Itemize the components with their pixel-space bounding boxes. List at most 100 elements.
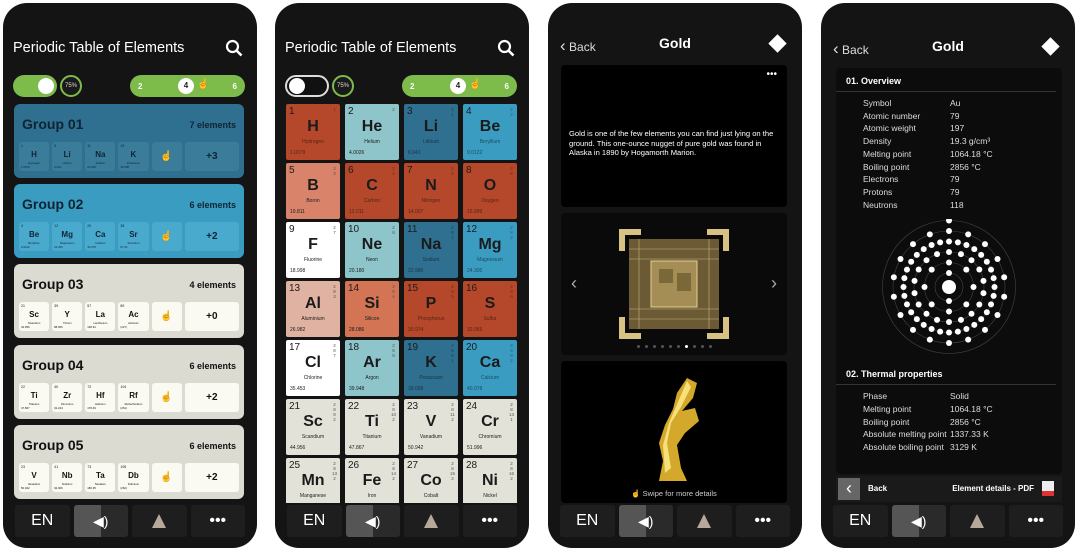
carousel-dot[interactable] <box>676 345 680 348</box>
more-button[interactable]: ••• <box>190 505 245 537</box>
element-mini-tile[interactable]: 1 H Hydrogen 1.0079 <box>19 142 50 171</box>
element-tile[interactable]: 26 2 8 14 2 Fe Iron <box>345 458 399 503</box>
element-tile[interactable]: 8 2 6 O Oxygen 15.999 <box>463 163 517 219</box>
element-tile[interactable]: 15 2 8 5 P Phosphorus 30.974 <box>404 281 458 337</box>
element-tile[interactable]: 16 2 8 6 S Sulfur 32.065 <box>463 281 517 337</box>
element-tile[interactable]: 9 2 7 F Fluorine 18.998 <box>286 222 340 278</box>
element-tile[interactable]: 19 2 8 8 1 K Potassium 39.098 <box>404 340 458 396</box>
speaker-button[interactable]: ◀) <box>891 505 946 537</box>
element-tile[interactable]: 11 2 8 1 Na Sodium 22.990 <box>404 222 458 278</box>
carousel-dot[interactable] <box>684 345 688 348</box>
footer-back-button[interactable]: ‹ <box>838 478 860 500</box>
slider-value[interactable]: 4 <box>178 78 194 94</box>
pdf-link[interactable]: Element details - PDF <box>952 484 1034 493</box>
element-mini-tile[interactable]: 23 V Vanadium 50.942 <box>19 463 50 492</box>
element-tile[interactable]: 21 2 8 9 2 Sc Scandium 44.956 <box>286 399 340 455</box>
element-tile[interactable]: 5 2 3 B Boron 10.811 <box>286 163 340 219</box>
hand-pointer-icon[interactable]: ☝ <box>151 383 182 412</box>
hand-pointer-icon[interactable]: ☝ <box>151 142 182 171</box>
view-toggle[interactable] <box>13 75 57 97</box>
element-mini-tile[interactable]: 38 Sr Strontium 87.62 <box>118 222 149 251</box>
element-mini-tile[interactable]: 105 Db Dubnium (262) <box>118 463 149 492</box>
speaker-button[interactable]: ◀) <box>73 505 128 537</box>
group-card[interactable]: Group 04 6 elements 22 Ti Titanium 47.867 40 Zr… <box>14 345 244 419</box>
speaker-button[interactable]: ◀) <box>345 505 400 537</box>
element-mini-tile[interactable]: 4 Be Beryllium 9.0122 <box>19 222 50 251</box>
hand-pointer-icon[interactable]: ☝ <box>151 463 182 492</box>
hand-pointer-icon[interactable]: ☝ <box>151 222 182 251</box>
element-mini-tile[interactable]: 57 La Lanthanum 138.91 <box>85 302 116 331</box>
columns-slider[interactable]: 2 4 ☝ 6 <box>130 75 245 97</box>
carousel-dot[interactable] <box>692 345 696 348</box>
footer-back-label[interactable]: Back <box>868 484 887 493</box>
more-button[interactable]: ••• <box>462 505 517 537</box>
element-tile[interactable]: 18 2 8 8 Ar Argon 39.948 <box>345 340 399 396</box>
element-mini-tile[interactable]: 73 Ta Tantalum 180.95 <box>85 463 116 492</box>
element-tile[interactable]: 28 2 8 16 2 Ni Nickel <box>463 458 517 503</box>
carousel-dot[interactable] <box>700 345 704 348</box>
flask-button[interactable] <box>950 505 1005 537</box>
group-card[interactable]: Group 02 6 elements 4 Be Beryllium 9.0122 12 Mg… <box>14 184 244 258</box>
pdf-icon[interactable] <box>1042 481 1054 496</box>
element-tile[interactable]: 10 2 8 Ne Neon 20.180 <box>345 222 399 278</box>
more-elements-count[interactable]: +2 <box>184 463 240 492</box>
search-icon[interactable] <box>225 39 243 57</box>
element-tile[interactable]: 2 2 He Helium 4.0026 <box>345 104 399 160</box>
details-panel[interactable]: 01. Overview Symbol Au Atomic number 79 Atom… <box>836 68 1062 474</box>
element-tile[interactable]: 1 1 H Hydrogen 1.0079 <box>286 104 340 160</box>
carousel-dot[interactable] <box>708 345 712 348</box>
element-mini-tile[interactable]: 41 Nb Niobium 92.906 <box>52 463 83 492</box>
element-tile[interactable]: 25 2 8 13 2 Mn Manganese <box>286 458 340 503</box>
carousel-dot[interactable] <box>668 345 672 348</box>
element-mini-tile[interactable]: 89 Ac Actinium (227) <box>118 302 149 331</box>
element-mini-tile[interactable]: 40 Zr Zirconium 91.224 <box>52 383 83 412</box>
more-elements-count[interactable]: +0 <box>184 302 240 331</box>
element-mini-tile[interactable]: 21 Sc Scandium 44.956 <box>19 302 50 331</box>
element-tile[interactable]: 23 2 8 11 2 V Vanadium 50.942 <box>404 399 458 455</box>
hand-pointer-icon[interactable]: ☝ <box>151 302 182 331</box>
element-mini-tile[interactable]: 20 Ca Calcium 40.078 <box>85 222 116 251</box>
more-options-button[interactable]: ••• <box>766 69 777 80</box>
more-button[interactable]: ••• <box>735 505 790 537</box>
element-tile[interactable]: 27 2 8 15 2 Co Cobalt <box>404 458 458 503</box>
group-card[interactable]: Group 01 7 elements 1 H Hydrogen 1.0079 3 Li Lit… <box>14 104 244 178</box>
element-tile[interactable]: 6 2 4 C Carbon 12.011 <box>345 163 399 219</box>
flask-button[interactable] <box>404 505 459 537</box>
element-mini-tile[interactable]: 11 Na Sodium 22.990 <box>85 142 116 171</box>
group-card[interactable]: Group 03 4 elements 21 Sc Scandium 44.956 39 Y Y… <box>14 264 244 338</box>
carousel-dot[interactable] <box>644 345 648 348</box>
more-button[interactable]: ••• <box>1008 505 1063 537</box>
flask-button[interactable] <box>132 505 187 537</box>
element-mini-tile[interactable]: 72 Hf Hafnium 178.49 <box>85 383 116 412</box>
element-mini-tile[interactable]: 22 Ti Titanium 47.867 <box>19 383 50 412</box>
language-button[interactable]: EN <box>287 505 342 537</box>
element-tile[interactable]: 13 2 8 3 Al Aluminium 26.982 <box>286 281 340 337</box>
element-tile[interactable]: 12 2 8 2 Mg Magnesium 24.305 <box>463 222 517 278</box>
element-mini-tile[interactable]: 104 Rf Rutherfordium (261) <box>118 383 149 412</box>
element-tile[interactable]: 24 2 8 13 1 Cr Chromium 51.996 <box>463 399 517 455</box>
element-mini-tile[interactable]: 3 Li Lithium 6.941 <box>52 142 83 171</box>
flask-button[interactable] <box>677 505 732 537</box>
language-button[interactable]: EN <box>833 505 888 537</box>
element-tile[interactable]: 7 2 5 N Nitrogen 14.007 <box>404 163 458 219</box>
element-mini-tile[interactable]: 39 Y Yttrium 88.906 <box>52 302 83 331</box>
element-mini-tile[interactable]: 12 Mg Magnesium 24.305 <box>52 222 83 251</box>
element-tile[interactable]: 4 2 2 Be Beryllium 9.0122 <box>463 104 517 160</box>
nugget-panel[interactable]: ☝ Swipe for more details <box>561 361 787 503</box>
more-elements-count[interactable]: +2 <box>184 222 240 251</box>
element-tile[interactable]: 22 2 8 10 2 Ti Titanium 47.867 <box>345 399 399 455</box>
carousel-prev-icon[interactable]: ‹ <box>571 273 577 294</box>
image-carousel[interactable]: ‹ › <box>561 213 787 355</box>
language-button[interactable]: EN <box>560 505 615 537</box>
element-tile[interactable]: 14 2 8 4 Si Silicon 28.086 <box>345 281 399 337</box>
group-card[interactable]: Group 05 6 elements 23 V Vanadium 50.942 41 Nb N… <box>14 425 244 499</box>
more-elements-count[interactable]: +3 <box>184 142 240 171</box>
language-button[interactable]: EN <box>15 505 70 537</box>
element-mini-tile[interactable]: 19 K Potassium 39.098 <box>118 142 149 171</box>
element-tile[interactable]: 3 2 1 Li Lithium 6.941 <box>404 104 458 160</box>
element-tile[interactable]: 17 2 8 7 Cl Chlorine 35.453 <box>286 340 340 396</box>
carousel-next-icon[interactable]: › <box>771 273 777 294</box>
speaker-button[interactable]: ◀) <box>618 505 673 537</box>
element-tile[interactable]: 20 2 8 8 2 Ca Calcium 40.078 <box>463 340 517 396</box>
carousel-dot[interactable] <box>652 345 656 348</box>
